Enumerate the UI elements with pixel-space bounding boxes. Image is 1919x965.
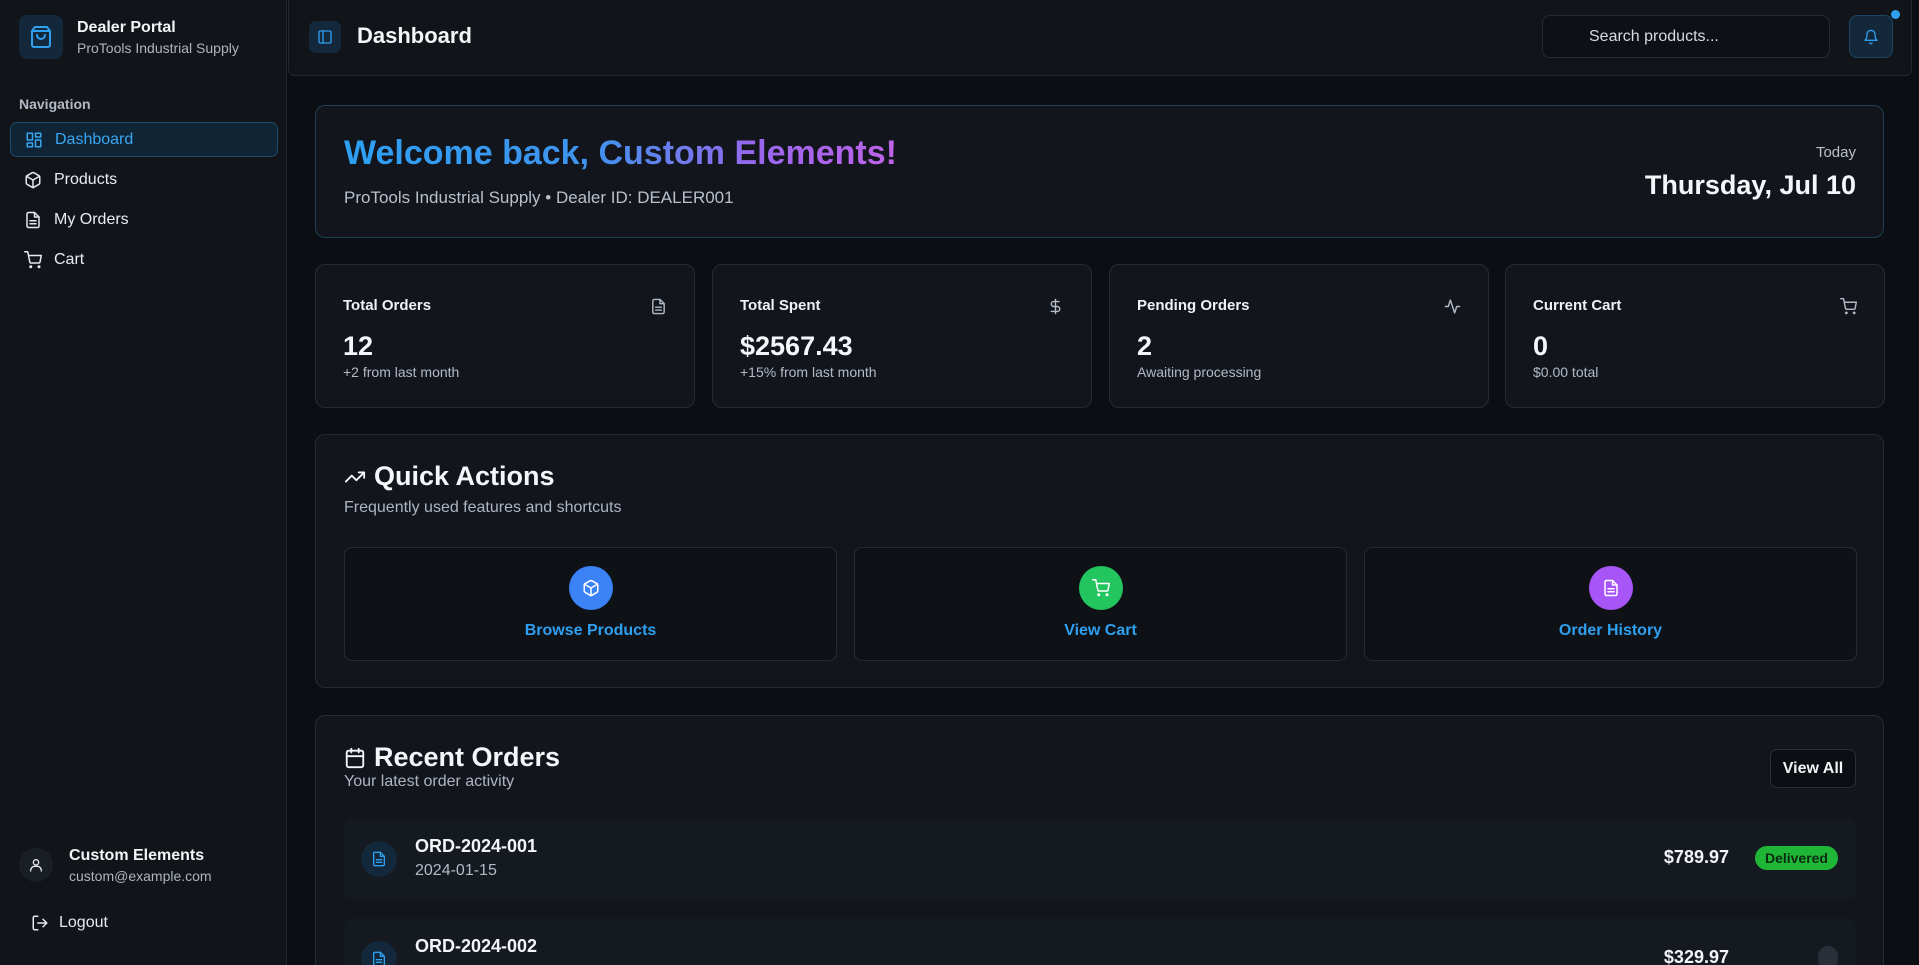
- recent-orders-card: Recent Orders Your latest order activity…: [315, 715, 1884, 965]
- sidebar-item-label: Products: [54, 170, 118, 188]
- recent-orders-subtitle: Your latest order activity: [344, 773, 515, 790]
- user-profile[interactable]: Custom Elements custom@example.com: [19, 845, 212, 885]
- logout-button[interactable]: Logout: [31, 914, 108, 932]
- quick-actions-subtitle: Frequently used features and shortcuts: [344, 499, 622, 516]
- view-all-button[interactable]: View All: [1770, 749, 1856, 788]
- sidebar-item-dashboard[interactable]: Dashboard: [10, 122, 278, 157]
- stat-card-pending-orders: Pending Orders 2 Awaiting processing: [1109, 264, 1489, 408]
- cart-icon: [1840, 298, 1857, 315]
- today-label: Today: [1815, 144, 1856, 161]
- notifications-button[interactable]: [1849, 15, 1893, 58]
- stat-note: +15% from last month: [740, 364, 877, 380]
- table-row[interactable]: ORD-2024-001 2024-01-15 $789.97 Delivere…: [344, 819, 1856, 899]
- today-date: Thursday, Jul 10: [1644, 170, 1856, 200]
- file-text-icon: [361, 841, 397, 877]
- user-email: custom@example.com: [69, 868, 212, 884]
- brand[interactable]: Dealer Portal ProTools Industrial Supply: [19, 15, 239, 59]
- sidebar-item-label: Dashboard: [55, 130, 134, 148]
- page-title: Dashboard: [357, 23, 472, 48]
- dollar-icon: [1047, 298, 1064, 315]
- order-amount: $329.97: [1663, 947, 1729, 965]
- nav-section-label: Navigation: [19, 96, 91, 112]
- stat-card-total-spent: Total Spent $2567.43 +15% from last mont…: [712, 264, 1092, 408]
- stat-note: +2 from last month: [343, 364, 460, 380]
- logout-label: Logout: [59, 914, 108, 931]
- calendar-icon: [344, 747, 374, 769]
- top-header: Dashboard: [288, 0, 1912, 76]
- user-name: Custom Elements: [69, 847, 205, 864]
- quick-actions-title: Quick Actions: [344, 461, 555, 492]
- shopping-bag-icon: [19, 15, 63, 59]
- stat-label: Current Cart: [1533, 297, 1622, 314]
- stat-value: $2567.43: [740, 331, 853, 361]
- order-id: ORD-2024-002: [415, 936, 538, 956]
- app: Dealer Portal ProTools Industrial Supply…: [0, 0, 1919, 965]
- stat-card-current-cart: Current Cart 0 $0.00 total: [1505, 264, 1885, 408]
- stat-card-total-orders: Total Orders 12 +2 from last month: [315, 264, 695, 408]
- package-icon: [24, 171, 42, 189]
- browse-products-button[interactable]: Browse Products: [344, 547, 837, 661]
- status-badge: [1818, 946, 1838, 965]
- view-cart-button[interactable]: View Cart: [854, 547, 1347, 661]
- quick-actions-title-text: Quick Actions: [374, 461, 555, 491]
- sidebar: Dealer Portal ProTools Industrial Supply…: [0, 0, 287, 965]
- welcome-card: Welcome back, Custom Elements! ProTools …: [315, 105, 1884, 238]
- cart-icon: [1078, 566, 1123, 610]
- status-badge: Delivered: [1754, 846, 1838, 870]
- order-history-button[interactable]: Order History: [1364, 547, 1857, 661]
- file-text-icon: [650, 298, 667, 315]
- sidebar-item-label: Cart: [54, 250, 85, 268]
- stat-note: $0.00 total: [1533, 364, 1599, 380]
- panel-left-icon: [317, 29, 333, 45]
- welcome-subtitle: ProTools Industrial Supply • Dealer ID: …: [344, 188, 734, 207]
- sidebar-toggle-button[interactable]: [309, 21, 341, 53]
- sidebar-item-my-orders[interactable]: My Orders: [10, 202, 278, 237]
- sidebar-item-products[interactable]: Products: [10, 162, 278, 197]
- order-id: ORD-2024-001: [415, 836, 538, 856]
- stat-label: Total Spent: [740, 297, 821, 314]
- activity-icon: [1444, 298, 1461, 315]
- search-input[interactable]: [1542, 15, 1830, 58]
- quick-action-label: Order History: [1558, 622, 1663, 639]
- stat-value: 0: [1533, 331, 1549, 361]
- quick-action-label: View Cart: [1064, 622, 1137, 639]
- recent-orders-title: Recent Orders: [344, 742, 560, 773]
- welcome-title: Welcome back, Custom Elements!: [344, 134, 897, 172]
- sidebar-nav: Dashboard Products My Orders Cart: [10, 122, 278, 282]
- quick-action-label: Browse Products: [524, 622, 657, 639]
- cart-icon: [24, 250, 42, 269]
- stat-label: Pending Orders: [1137, 297, 1250, 314]
- logout-icon: [31, 914, 59, 932]
- recent-orders-title-text: Recent Orders: [374, 742, 561, 772]
- file-text-icon: [361, 941, 397, 965]
- brand-title: Dealer Portal: [77, 19, 176, 36]
- package-icon: [568, 566, 613, 610]
- dashboard-icon: [25, 131, 43, 149]
- user-icon: [19, 848, 53, 882]
- stat-label: Total Orders: [343, 297, 432, 314]
- stat-note: Awaiting processing: [1137, 364, 1262, 380]
- order-date: 2024-01-15: [415, 862, 497, 879]
- sidebar-item-cart[interactable]: Cart: [10, 242, 278, 277]
- brand-subtitle: ProTools Industrial Supply: [77, 40, 239, 56]
- notification-badge: [1891, 10, 1900, 19]
- stat-value: 12: [343, 331, 374, 361]
- order-amount: $789.97: [1663, 847, 1729, 867]
- table-row[interactable]: ORD-2024-002 $329.97: [344, 919, 1856, 965]
- trending-up-icon: [344, 466, 374, 488]
- quick-actions-card: Quick Actions Frequently used features a…: [315, 434, 1884, 688]
- file-text-icon: [1588, 566, 1633, 610]
- file-text-icon: [24, 211, 42, 229]
- sidebar-item-label: My Orders: [54, 210, 129, 228]
- bell-icon: [1863, 29, 1879, 45]
- stat-value: 2: [1137, 331, 1153, 361]
